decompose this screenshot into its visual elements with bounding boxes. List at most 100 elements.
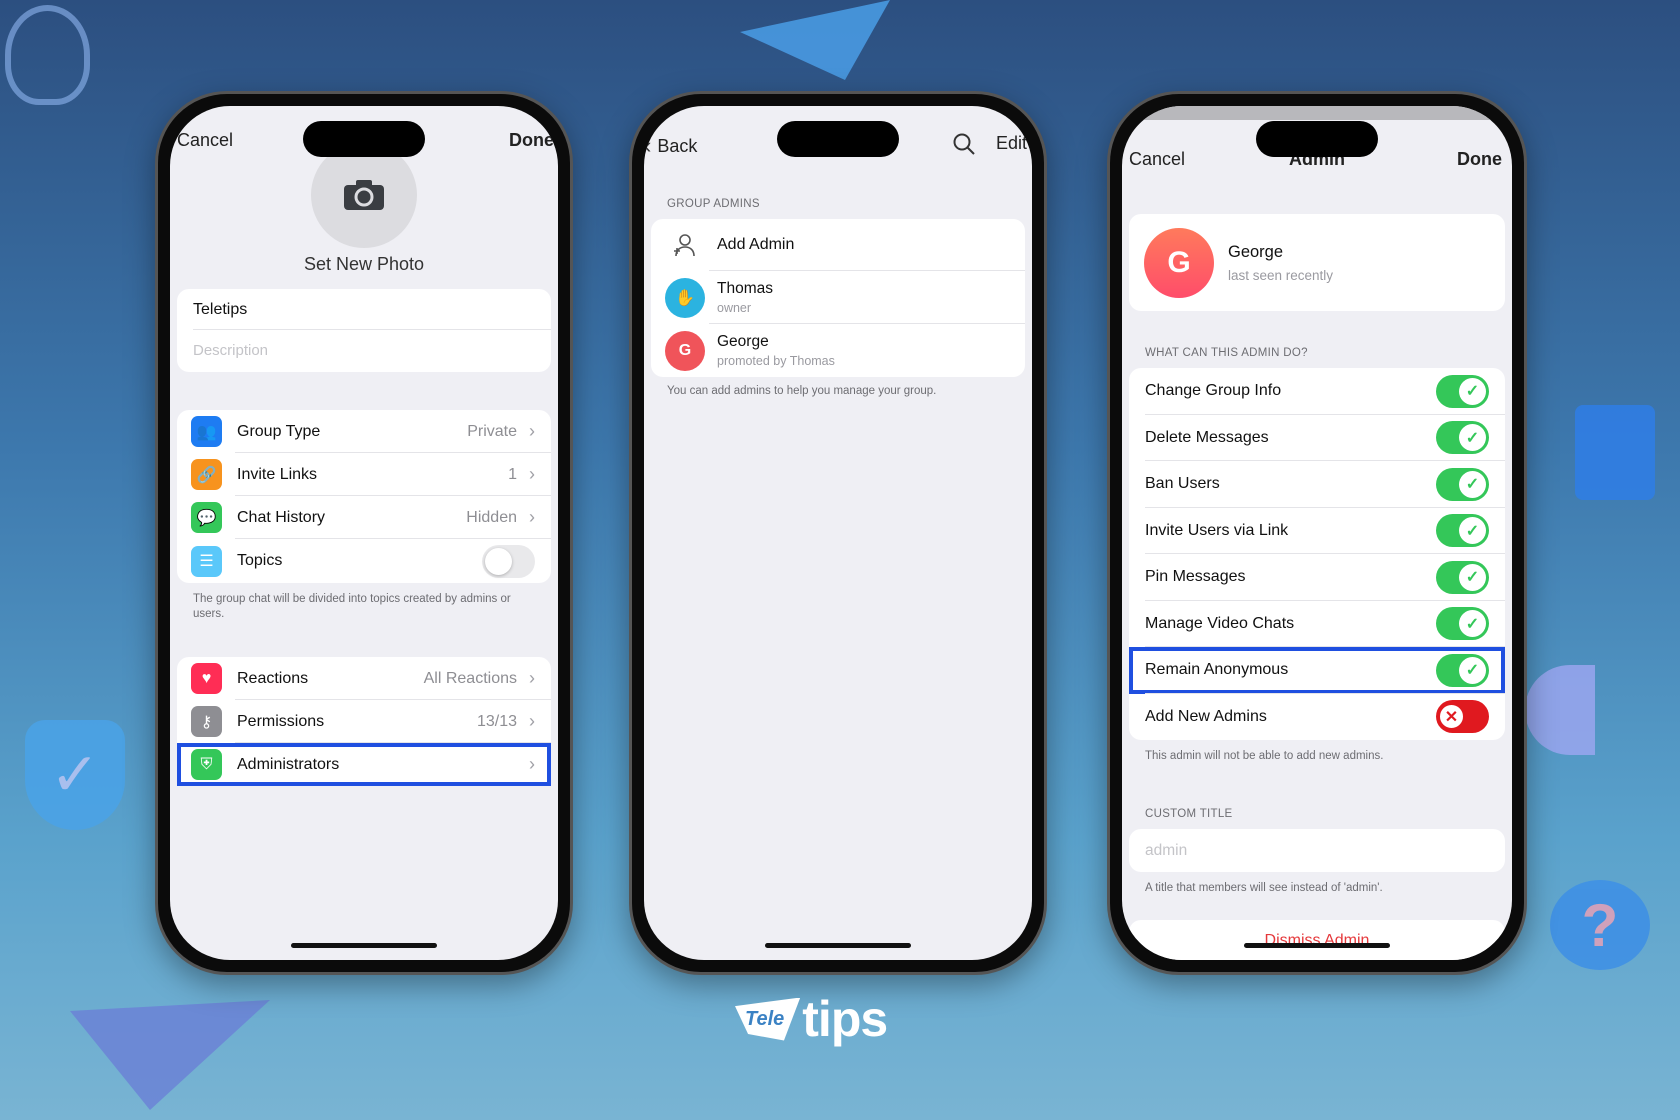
x-icon: ✕ — [1438, 703, 1465, 731]
row-value: All Reactions — [423, 669, 517, 687]
check-icon: ✓ — [1459, 377, 1486, 405]
shield-badge-icon: ⛨ — [191, 749, 222, 780]
settings-row-invite-links[interactable]: 🔗 Invite Links 1 › — [177, 453, 551, 496]
back-label: Back — [657, 135, 698, 156]
check-icon: ✓ — [1459, 470, 1486, 498]
custom-title-header: CUSTOM TITLE — [1145, 808, 1233, 820]
done-button[interactable]: Done — [509, 130, 554, 151]
avatar: G — [1144, 227, 1214, 298]
permission-label: Change Group Info — [1145, 382, 1282, 400]
user-status: last seen recently — [1228, 267, 1334, 283]
settings-row-chat-history[interactable]: 💬 Chat History Hidden › — [177, 496, 551, 539]
permission-row-manage-video-chats: Manage Video Chats ✓ — [1129, 601, 1505, 647]
permissions-note: This admin will not be able to add new a… — [1145, 750, 1384, 762]
back-button[interactable]: ‹ Back — [644, 133, 697, 159]
teletips-logo: Tele tips — [735, 990, 888, 1048]
admin-rights-screen: Cancel Admin Done G George last seen rec… — [1122, 106, 1512, 960]
top-sheet-band — [1122, 106, 1512, 120]
check-icon: ✓ — [1459, 610, 1486, 638]
logo-plane-tele: Tele — [735, 997, 801, 1041]
settings-row-administrators[interactable]: ⛨ Administrators › — [177, 743, 551, 786]
admins-card: Add Admin ✋ Thomas owner G George promoted … — [651, 219, 1025, 377]
people-icon: 👥 — [191, 416, 222, 447]
check-icon: ✓ — [1459, 424, 1486, 452]
camera-icon — [344, 180, 384, 210]
description-input[interactable]: Description — [177, 330, 551, 371]
permission-row-ban-users: Ban Users ✓ — [1129, 461, 1505, 508]
permission-row-add-new-admins: Add New Admins ✕ — [1129, 694, 1505, 741]
row-value: 13/13 — [476, 712, 517, 730]
permission-toggle[interactable]: ✓ — [1436, 374, 1489, 408]
group-name-value: Teletips — [193, 300, 248, 318]
dynamic-island — [303, 121, 425, 157]
settings-row-permissions[interactable]: ⚷ Permissions 13/13 › — [177, 700, 551, 743]
topics-toggle[interactable] — [482, 544, 535, 578]
chevron-right-icon: › — [529, 668, 535, 688]
permission-toggle[interactable]: ✓ — [1436, 421, 1489, 455]
dismiss-admin-button[interactable]: Dismiss Admin — [1129, 920, 1505, 960]
permission-label: Delete Messages — [1145, 428, 1269, 446]
description-placeholder: Description — [193, 342, 269, 359]
permission-toggle[interactable]: ✓ — [1436, 514, 1489, 548]
topics-note: The group chat will be divided into topi… — [193, 593, 511, 620]
permission-label: Pin Messages — [1145, 568, 1246, 586]
cancel-button[interactable]: Cancel — [177, 130, 233, 151]
settings-row-group-type[interactable]: 👥 Group Type Private › — [177, 410, 551, 453]
permission-label: Ban Users — [1145, 475, 1220, 493]
chevron-right-icon: › — [529, 754, 535, 774]
user-name: George — [1228, 242, 1284, 261]
set-new-photo-label[interactable]: Set New Photo — [170, 254, 558, 275]
permission-toggle[interactable]: ✕ — [1436, 700, 1489, 734]
add-admin-label: Add Admin — [717, 236, 795, 253]
group-info-card: Teletips Description — [177, 289, 551, 372]
admin-avatar: ✋ — [665, 277, 705, 318]
done-button[interactable]: Done — [1457, 149, 1502, 170]
add-admin-button[interactable]: Add Admin — [651, 219, 1025, 271]
permission-row-remain-anonymous: Remain Anonymous ✓ — [1129, 647, 1505, 694]
permission-label: Add New Admins — [1145, 707, 1267, 725]
custom-title-input[interactable]: admin — [1129, 829, 1505, 872]
admin-list-item[interactable]: G George promoted by Thomas — [651, 324, 1025, 377]
row-label: Topics — [237, 552, 283, 569]
group-settings-card: 👥 Group Type Private › 🔗 Invite Links 1 › 💬 Ch… — [177, 410, 551, 583]
search-icon[interactable] — [952, 132, 976, 156]
row-label: Invite Links — [237, 465, 318, 483]
edit-group-screen: Cancel Done Set New Photo Teletips Descr… — [170, 106, 558, 960]
list-icon: ☰ — [191, 545, 222, 577]
chevron-right-icon: › — [529, 711, 535, 731]
row-value: Hidden — [466, 508, 517, 526]
add-person-icon — [674, 234, 695, 257]
settings-row-topics[interactable]: ☰ Topics — [177, 539, 551, 583]
paper-plane-decoration — [740, 0, 890, 80]
key-icon: ⚷ — [191, 706, 222, 737]
chevron-left-icon: ‹ — [644, 133, 652, 158]
set-photo-button[interactable] — [311, 142, 417, 248]
settings-row-reactions[interactable]: ♥ Reactions All Reactions › — [177, 657, 551, 700]
user-card: G George last seen recently — [1129, 214, 1505, 311]
heart-icon: ♥ — [191, 663, 222, 694]
admins-note: You can add admins to help you manage yo… — [667, 385, 937, 397]
dynamic-island — [777, 121, 899, 157]
home-indicator — [1244, 943, 1390, 948]
row-label: Group Type — [237, 422, 321, 440]
admin-role: promoted by Thomas — [717, 354, 835, 368]
permission-label: Manage Video Chats — [1145, 614, 1295, 632]
admin-name: George — [717, 333, 769, 350]
link-icon: 🔗 — [191, 459, 222, 490]
group-name-input[interactable]: Teletips — [177, 289, 551, 330]
chevron-right-icon: › — [529, 464, 535, 484]
permission-toggle[interactable]: ✓ — [1436, 467, 1489, 501]
permission-toggle[interactable]: ✓ — [1436, 560, 1489, 594]
edit-button[interactable]: Edit — [996, 133, 1027, 154]
permission-row-pin-messages: Pin Messages ✓ — [1129, 554, 1505, 601]
permissions-header: WHAT CAN THIS ADMIN DO? — [1145, 347, 1308, 359]
permission-toggle[interactable]: ✓ — [1436, 607, 1489, 641]
logo-tips: tips — [802, 991, 888, 1047]
custom-title-placeholder: admin — [1145, 841, 1188, 859]
admin-list-item[interactable]: ✋ Thomas owner — [651, 271, 1025, 324]
row-label: Permissions — [237, 712, 325, 730]
permission-toggle[interactable]: ✓ — [1436, 653, 1489, 687]
row-value: 1 — [508, 465, 517, 483]
permission-label: Invite Users via Link — [1145, 521, 1289, 539]
permission-row-change-group-info: Change Group Info ✓ — [1129, 368, 1505, 415]
